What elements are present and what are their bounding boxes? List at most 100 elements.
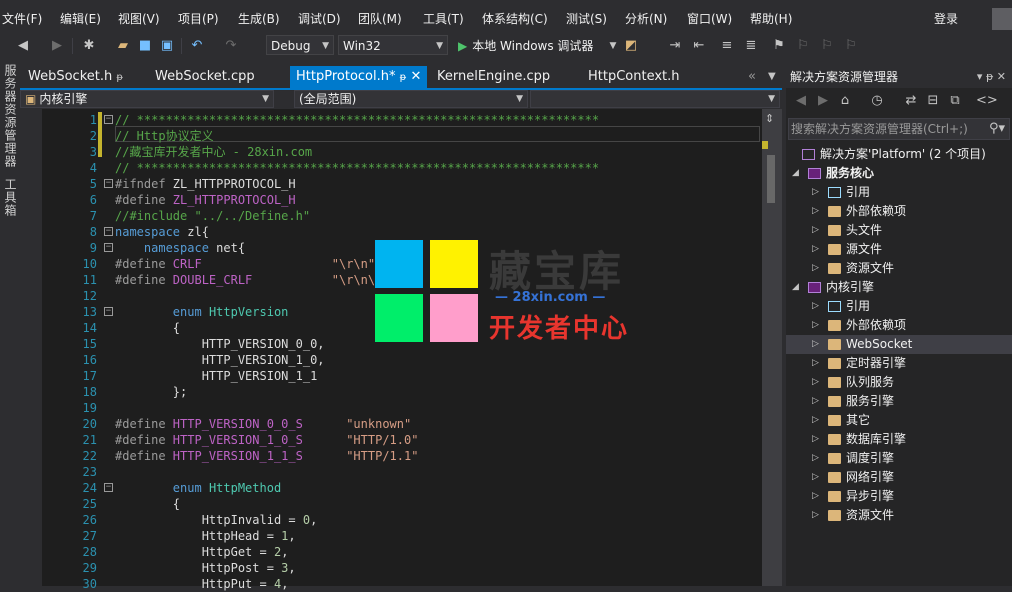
menu-view[interactable]: 视图(V): [118, 10, 160, 27]
code-line[interactable]: 7 //#include "../../Define.h": [42, 208, 762, 224]
clear-bookmarks-icon[interactable]: ⚐: [842, 37, 860, 55]
back-icon[interactable]: ◀: [14, 37, 32, 55]
tree-item[interactable]: ▷ 服务引擎: [786, 392, 1012, 411]
code-line[interactable]: 2 // Http协议定义: [42, 128, 762, 144]
menu-debug[interactable]: 调试(D): [298, 10, 341, 27]
solution-config-dropdown[interactable]: Debug ▼: [266, 35, 334, 55]
tab-httpcontext-h[interactable]: HttpContext.h: [588, 66, 680, 88]
menu-window[interactable]: 窗口(W): [687, 10, 732, 27]
find-icon[interactable]: ◩: [622, 37, 640, 55]
panel-controls[interactable]: ▾ ᵽ ✕: [977, 66, 1006, 88]
close-icon[interactable]: ✕: [410, 69, 421, 84]
collapsed-arrow-icon[interactable]: ▷: [812, 468, 819, 487]
collapsed-arrow-icon[interactable]: ▷: [812, 259, 819, 278]
project-scope-dropdown[interactable]: ▣ 内核引擎 ▼: [20, 90, 274, 108]
code-line[interactable]: 6 #define ZL_HTTPPROTOCOL_H: [42, 192, 762, 208]
menu-file[interactable]: 文件(F): [2, 10, 42, 27]
toolbox-tab[interactable]: 工具箱: [2, 178, 19, 217]
collapsed-arrow-icon[interactable]: ▷: [812, 506, 819, 525]
collapsed-arrow-icon[interactable]: ▷: [812, 240, 819, 259]
solution-search-input[interactable]: 搜索解决方案资源管理器(Ctrl+;) ⚲▾: [788, 118, 1010, 140]
tree-item[interactable]: ▷ 引用: [786, 297, 1012, 316]
forward-icon[interactable]: ▶: [48, 37, 66, 55]
code-line[interactable]: 4 // ************************************…: [42, 160, 762, 176]
code-line[interactable]: 29 HttpPost = 3,: [42, 560, 762, 576]
avatar[interactable]: [992, 8, 1012, 30]
show-all-files-icon[interactable]: ⧉: [946, 92, 964, 110]
tree-item[interactable]: ▷ 网络引擎: [786, 468, 1012, 487]
undo-icon[interactable]: ↶: [188, 37, 206, 55]
tree-item[interactable]: ▷ 外部依赖项: [786, 316, 1012, 335]
code-line[interactable]: 8− namespace zl{: [42, 224, 762, 240]
indicator-margin[interactable]: [20, 109, 42, 586]
menu-edit[interactable]: 编辑(E): [60, 10, 101, 27]
member-scope-dropdown[interactable]: (全局范围) ▼: [294, 90, 528, 108]
collapse-icon[interactable]: −: [104, 115, 113, 124]
outdent-icon[interactable]: ⇤: [690, 37, 708, 55]
save-icon[interactable]: ■: [136, 37, 154, 55]
tree-item[interactable]: ▷ 调度引擎: [786, 449, 1012, 468]
code-line[interactable]: 19: [42, 400, 762, 416]
next-bookmark-icon[interactable]: ⚐: [818, 37, 836, 55]
code-editor[interactable]: 1−// ***********************************…: [20, 109, 762, 591]
collapse-icon[interactable]: −: [104, 179, 113, 188]
pin-icon[interactable]: ᵽ: [400, 72, 407, 83]
code-line[interactable]: 22 #define HTTP_VERSION_1_1_S "HTTP/1.1": [42, 448, 762, 464]
indent-icon[interactable]: ⇥: [666, 37, 684, 55]
tab-kernelengine-cpp[interactable]: KernelEngine.cpp: [437, 66, 550, 88]
collapsed-arrow-icon[interactable]: ▷: [812, 430, 819, 449]
menu-project[interactable]: 项目(P): [178, 10, 219, 27]
collapsed-arrow-icon[interactable]: ▷: [812, 221, 819, 240]
tree-item[interactable]: ◢ 内核引擎: [786, 278, 1012, 297]
split-icon[interactable]: ⇕: [765, 112, 774, 125]
function-dropdown[interactable]: ▼: [530, 90, 780, 108]
code-line[interactable]: 30 HttpPut = 4,: [42, 576, 762, 592]
tree-item[interactable]: ▷ 外部依赖项: [786, 202, 1012, 221]
scrollbar-thumb[interactable]: [767, 155, 775, 203]
collapsed-arrow-icon[interactable]: ▷: [812, 411, 819, 430]
redo-icon[interactable]: ↷: [222, 37, 240, 55]
sync-icon[interactable]: ⇄: [902, 92, 920, 110]
tree-item[interactable]: ▷ 队列服务: [786, 373, 1012, 392]
collapsed-arrow-icon[interactable]: ▷: [812, 316, 819, 335]
history-icon[interactable]: ◷: [868, 92, 886, 110]
open-folder-icon[interactable]: ▰: [114, 37, 132, 55]
code-line[interactable]: 1−// ***********************************…: [42, 112, 762, 128]
expanded-arrow-icon[interactable]: ◢: [792, 164, 799, 183]
tree-item[interactable]: ▷ 其它: [786, 411, 1012, 430]
menu-team[interactable]: 团队(M): [358, 10, 402, 27]
menu-architecture[interactable]: 体系结构(C): [482, 10, 548, 27]
new-project-icon[interactable]: ✱: [80, 37, 98, 55]
chevron-down-icon[interactable]: ▼: [604, 37, 622, 55]
collapsed-arrow-icon[interactable]: ▷: [812, 202, 819, 221]
collapse-all-icon[interactable]: ⊟: [924, 92, 942, 110]
tab-websocket-cpp[interactable]: WebSocket.cpp: [155, 66, 255, 88]
tab-overflow-icon[interactable]: «: [748, 66, 756, 88]
code-line[interactable]: 27 HttpHead = 1,: [42, 528, 762, 544]
expanded-arrow-icon[interactable]: ◢: [792, 278, 799, 297]
code-line[interactable]: 3 //藏宝库开发者中心 - 28xin.com: [42, 144, 762, 160]
code-line[interactable]: 16 HTTP_VERSION_1_0,: [42, 352, 762, 368]
collapsed-arrow-icon[interactable]: ▷: [812, 449, 819, 468]
tree-item[interactable]: ▷ 资源文件: [786, 506, 1012, 525]
tree-item[interactable]: ▷ 头文件: [786, 221, 1012, 240]
collapsed-arrow-icon[interactable]: ▷: [812, 354, 819, 373]
collapsed-arrow-icon[interactable]: ▷: [812, 297, 819, 316]
pin-icon[interactable]: ᵽ: [116, 72, 123, 83]
code-line[interactable]: 20 #define HTTP_VERSION_0_0_S "unknown": [42, 416, 762, 432]
editor-scrollbar[interactable]: ⇕: [762, 109, 782, 586]
login-link[interactable]: 登录: [934, 10, 958, 27]
code-line[interactable]: 24− enum HttpMethod: [42, 480, 762, 496]
search-icon[interactable]: ⚲▾: [989, 119, 1005, 139]
tab-websocket-h[interactable]: WebSocket.h ᵽ: [28, 66, 123, 88]
comment-icon[interactable]: ≡: [718, 37, 736, 55]
collapse-icon[interactable]: −: [104, 227, 113, 236]
code-line[interactable]: 18 };: [42, 384, 762, 400]
forward-icon[interactable]: ▶: [814, 92, 832, 110]
tree-item[interactable]: 解决方案'Platform' (2 个项目): [786, 145, 1012, 164]
menu-analyze[interactable]: 分析(N): [625, 10, 667, 27]
platform-dropdown[interactable]: Win32 ▼: [338, 35, 448, 55]
code-line[interactable]: 25 {: [42, 496, 762, 512]
save-all-icon[interactable]: ▣: [158, 37, 176, 55]
collapsed-arrow-icon[interactable]: ▷: [812, 487, 819, 506]
